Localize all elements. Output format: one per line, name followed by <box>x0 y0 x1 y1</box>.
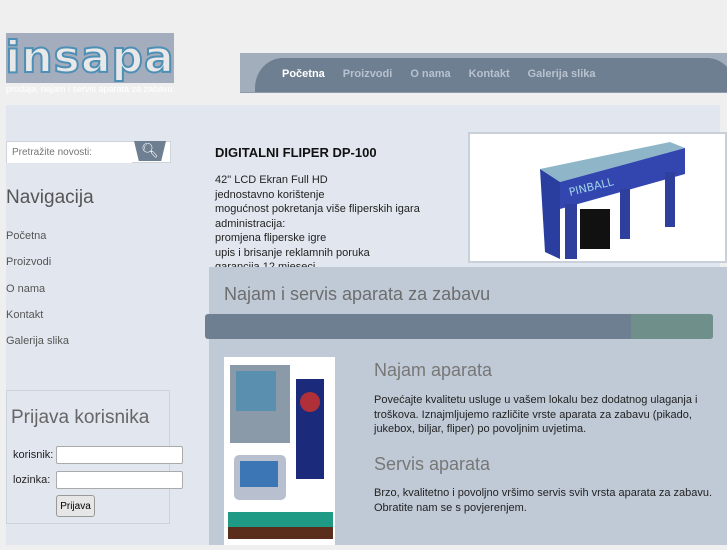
sidebar-item-galerija[interactable]: Galerija slika <box>6 335 69 361</box>
product-features: 42" LCD Ekran Full HD jednostavno korišt… <box>215 173 420 275</box>
logo[interactable]: insapa <box>4 32 175 83</box>
search-icon: 🔍︎ <box>141 142 159 158</box>
sidebar-item-pocetna[interactable]: Početna <box>6 230 69 256</box>
section-text-najam: Povećajte kvalitetu usluge u vašem lokal… <box>374 394 698 435</box>
main-title: Najam i servis aparata za zabavu <box>224 284 491 304</box>
section-heading-servis: Servis aparata <box>374 454 491 474</box>
sidebar-nav: Početna Proizvodi O nama Kontakt Galerij… <box>6 230 69 361</box>
password-input[interactable] <box>56 471 183 489</box>
login-box: Prijava korisnika korisnik: lozinka: Pri… <box>6 390 183 524</box>
feature-line: mogućnost pokretanja više fliperskih iga… <box>215 203 420 215</box>
topnav-proizvodi[interactable]: Proizvodi <box>343 68 393 80</box>
section-heading-najam: Najam aparata <box>374 360 493 380</box>
search-button[interactable]: 🔍︎ <box>134 141 166 161</box>
logo-text: insapa <box>4 32 175 83</box>
pinball-machine-image: PINBALL <box>540 142 685 259</box>
section-text-servis: Brzo, kvalitetno i povoljno vršimo servi… <box>374 487 713 514</box>
feature-line: promjena fliperske igre <box>215 232 327 244</box>
tagline: prodaja, najam i servis aparata za zabav… <box>6 84 173 94</box>
decorative-bar <box>205 314 713 339</box>
topnav-galerija[interactable]: Galerija slika <box>528 68 596 80</box>
sidebar-item-o-nama[interactable]: O nama <box>6 283 69 309</box>
product-image[interactable]: PINBALL <box>468 132 727 263</box>
topnav-o-nama[interactable]: O nama <box>410 68 450 80</box>
product-title: DIGITALNI FLIPER DP-100 <box>215 145 377 160</box>
top-navigation: Početna Proizvodi O nama Kontakt Galerij… <box>240 53 727 93</box>
topnav-pocetna[interactable]: Početna <box>282 68 325 80</box>
arcade-machines-image <box>224 357 335 545</box>
search-box: 🔍︎ <box>6 141 171 163</box>
search-input[interactable] <box>7 142 132 163</box>
feature-line: jednostavno korištenje <box>215 188 325 201</box>
sidebar-item-proizvodi[interactable]: Proizvodi <box>6 256 69 282</box>
username-label: korisnik: <box>13 449 54 461</box>
sidebar-title: Navigacija <box>6 187 94 208</box>
sidebar-item-kontakt[interactable]: Kontakt <box>6 309 69 335</box>
password-label: lozinka: <box>13 474 51 486</box>
topnav-kontakt[interactable]: Kontakt <box>469 68 510 80</box>
feature-line: 42" LCD Ekran Full HD <box>215 174 328 186</box>
username-input[interactable] <box>56 446 183 464</box>
login-button[interactable]: Prijava <box>56 495 95 517</box>
feature-line: administracija: <box>215 217 286 230</box>
login-title: Prijava korisnika <box>11 407 150 428</box>
feature-line: upis i brisanje reklamnih poruka <box>215 246 370 259</box>
